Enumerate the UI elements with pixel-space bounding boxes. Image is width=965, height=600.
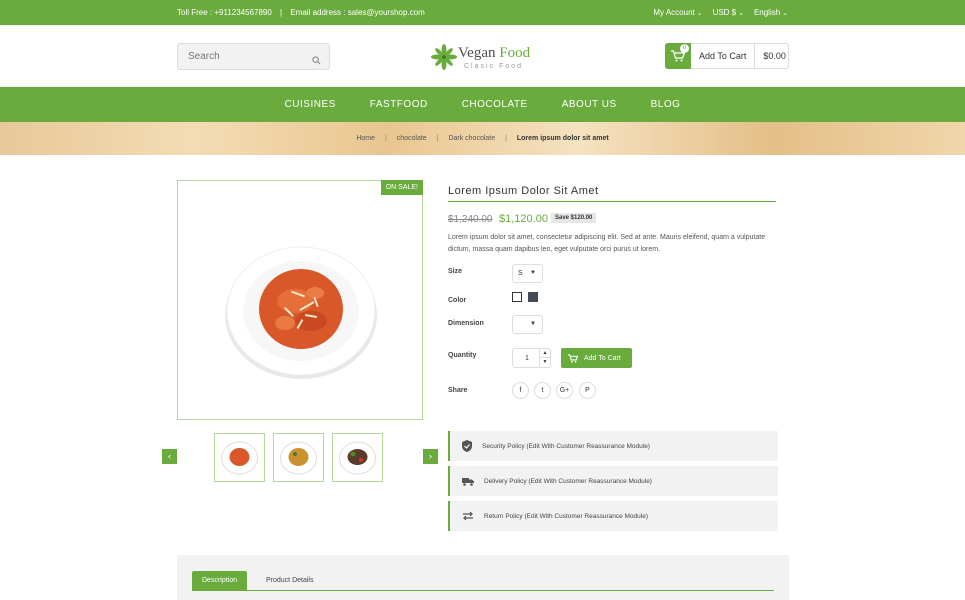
- add-to-cart-button[interactable]: Add To Cart: [561, 348, 632, 368]
- nav-item-cuisines[interactable]: CUISINES: [285, 99, 336, 110]
- product-main-image[interactable]: ON SALE!: [177, 180, 423, 420]
- product-tabs: Description Product Details: [177, 555, 789, 600]
- logo-name-part2: Food: [499, 45, 531, 61]
- search-icon[interactable]: [312, 52, 321, 70]
- top-bar-menus: My Account USD $ English: [653, 8, 788, 17]
- cart-count-badge: 0: [680, 44, 689, 53]
- quantity-label: Quantity: [448, 352, 477, 359]
- dimension-select[interactable]: ▼: [512, 315, 543, 334]
- tabs-underline: [192, 590, 774, 591]
- contact-info: Toll Free : +911234567890 | Email addres…: [177, 8, 431, 17]
- cart-total: $0.00: [763, 51, 786, 61]
- truck-icon: [462, 477, 474, 486]
- new-price: $1,120.00: [499, 213, 548, 225]
- main-nav: CUISINES FASTFOOD CHOCOLATE ABOUT US BLO…: [0, 87, 965, 122]
- nav-item-chocolate[interactable]: CHOCOLATE: [462, 99, 528, 110]
- search-input[interactable]: [178, 44, 298, 69]
- old-price: $1,240.00: [448, 214, 493, 225]
- security-policy-block: Security Policy (Edit With Customer Reas…: [448, 431, 778, 461]
- nav-item-blog[interactable]: BLOG: [651, 99, 681, 110]
- security-policy-text: Security Policy (Edit With Customer Reas…: [482, 442, 650, 450]
- facebook-icon[interactable]: f: [512, 382, 529, 399]
- product-title: Lorem Ipsum Dolor Sit Amet: [448, 185, 599, 197]
- breadcrumb-current: Lorem ipsum dolor sit amet: [516, 135, 609, 142]
- thumbnail-3[interactable]: [332, 433, 383, 482]
- breadcrumb-separator: |: [384, 135, 387, 142]
- color-swatch-dark[interactable]: [528, 292, 538, 302]
- sale-badge: ON SALE!: [380, 180, 423, 195]
- share-label: Share: [448, 387, 468, 394]
- email-text[interactable]: Email address : sales@yourshop.com: [290, 8, 424, 17]
- logo-name: Vegan Food: [458, 45, 530, 62]
- pasta-dish-image: [225, 246, 377, 379]
- thumbnail-2[interactable]: [273, 433, 324, 482]
- toll-free-text: Toll Free : +911234567890: [177, 8, 272, 17]
- chevron-up-icon[interactable]: ▲: [539, 349, 550, 358]
- nav-item-about-us[interactable]: ABOUT US: [562, 99, 617, 110]
- delivery-policy-text: Delivery Policy (Edit With Customer Reas…: [484, 477, 652, 485]
- color-label: Color: [448, 297, 467, 304]
- site-logo[interactable]: Vegan Food Clasic Food: [430, 43, 550, 73]
- top-bar: Toll Free : +911234567890 | Email addres…: [0, 0, 965, 25]
- google-plus-icon[interactable]: G+: [556, 382, 573, 399]
- size-select[interactable]: S ▼: [512, 264, 543, 283]
- add-to-cart-label: Add To Cart: [584, 354, 621, 362]
- title-underline: [448, 201, 776, 202]
- chevron-down-icon[interactable]: ▼: [539, 358, 550, 367]
- header-cart[interactable]: 0 Add To Cart $0.00: [665, 43, 789, 69]
- thumbnail-pasta-image: [221, 441, 258, 475]
- nav-item-fastfood[interactable]: FASTFOOD: [370, 99, 428, 110]
- breadcrumb-chocolate[interactable]: chocolate: [397, 135, 427, 142]
- breadcrumb: Home | chocolate | Dark chocolate | Lore…: [0, 135, 965, 142]
- swap-arrows-icon: [463, 511, 473, 521]
- pinterest-icon[interactable]: P: [579, 382, 596, 399]
- site-header: Vegan Food Clasic Food 0 Add To Cart $0.…: [0, 25, 965, 87]
- twitter-icon[interactable]: t: [534, 382, 551, 399]
- breadcrumb-separator: |: [436, 135, 439, 142]
- tab-product-details[interactable]: Product Details: [256, 571, 323, 591]
- color-swatch-white[interactable]: [512, 292, 522, 302]
- return-policy-block: Return Policy (Edit With Customer Reassu…: [448, 501, 778, 531]
- delivery-policy-block: Delivery Policy (Edit With Customer Reas…: [448, 466, 778, 496]
- cart-icon: [568, 353, 578, 363]
- breadcrumb-dark-chocolate[interactable]: Dark chocolate: [448, 135, 495, 142]
- tab-description[interactable]: Description: [192, 571, 248, 591]
- quantity-stepper[interactable]: 1 ▲ ▼: [512, 348, 551, 368]
- thumbnails-prev-button[interactable]: ‹: [162, 449, 177, 464]
- breadcrumb-separator: |: [505, 135, 507, 142]
- language-dropdown[interactable]: English: [754, 8, 788, 17]
- thumbnails-next-button[interactable]: ›: [423, 449, 438, 464]
- search-box: [177, 43, 330, 70]
- logo-name-part1: Vegan: [458, 45, 500, 61]
- shield-icon: [462, 440, 472, 452]
- size-label: Size: [448, 268, 463, 275]
- dimension-label: Dimension: [448, 320, 484, 327]
- return-policy-text: Return Policy (Edit With Customer Reassu…: [484, 512, 649, 520]
- thumbnail-1[interactable]: [214, 433, 265, 482]
- chevron-down-icon: ▼: [530, 321, 536, 327]
- breadcrumb-banner: Home | chocolate | Dark chocolate | Lore…: [0, 122, 965, 155]
- leaf-logo-icon: [431, 44, 457, 70]
- save-badge: Save $120.00: [551, 213, 597, 223]
- cart-icon[interactable]: 0: [665, 43, 691, 69]
- chevron-down-icon: ▼: [530, 270, 536, 276]
- my-account-dropdown[interactable]: My Account: [653, 8, 702, 17]
- currency-dropdown[interactable]: USD $: [713, 8, 744, 17]
- cart-label[interactable]: Add To Cart: [691, 43, 756, 69]
- logo-tagline: Clasic Food: [464, 63, 523, 70]
- size-value: S: [518, 270, 523, 277]
- separator: |: [280, 8, 283, 17]
- thumbnail-salad-image: [339, 441, 376, 475]
- quantity-value[interactable]: 1: [525, 355, 529, 362]
- product-description: Lorem ipsum dolor sit amet, consectetur …: [448, 234, 766, 253]
- thumbnail-dish-image: [280, 441, 317, 475]
- breadcrumb-home[interactable]: Home: [356, 135, 375, 142]
